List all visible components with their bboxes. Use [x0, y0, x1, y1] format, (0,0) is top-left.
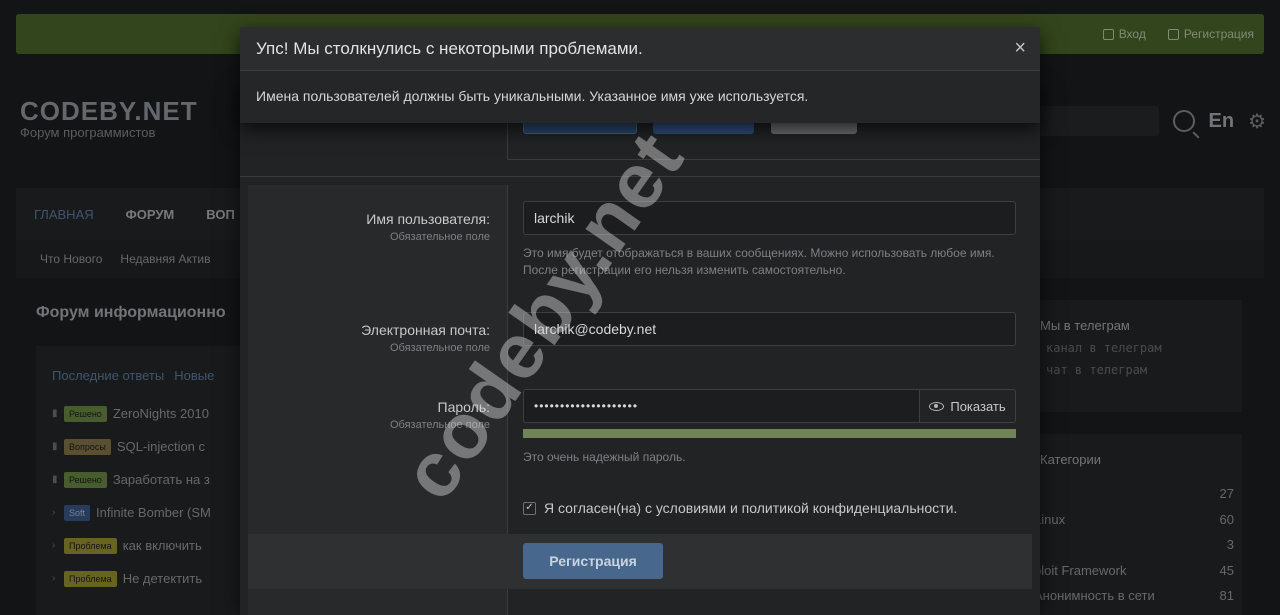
close-icon[interactable]: × — [1014, 38, 1026, 58]
email-required-hint: Обязательное поле — [389, 342, 490, 354]
error-dialog: Упс! Мы столкнулись с некоторыми проблем… — [240, 27, 1040, 123]
password-strength-text: Это очень надежный пароль. — [523, 450, 686, 464]
error-title: Упс! Мы столкнулись с некоторыми проблем… — [256, 38, 643, 58]
eye-icon — [929, 401, 945, 411]
username-label: Имя пользователя: — [366, 211, 490, 227]
error-message: Имена пользователей должны быть уникальн… — [256, 88, 809, 104]
show-password-button[interactable]: Показать — [919, 389, 1016, 423]
username-description: Это имя будет отображаться в ваших сообщ… — [523, 246, 995, 277]
password-input[interactable]: •••••••••••••••••••• — [523, 389, 920, 423]
terms-agreement[interactable]: ✓ Я согласен(на) с условиями и политикой… — [523, 500, 957, 516]
password-required-hint: Обязательное поле — [389, 419, 490, 431]
register-button[interactable]: Регистрация — [523, 543, 663, 579]
email-label: Электронная почта: — [361, 322, 490, 338]
terms-label: Я согласен(на) с условиями и политикой к… — [544, 500, 958, 516]
username-required-hint: Обязательное поле — [389, 231, 490, 243]
error-dialog-header: Упс! Мы столкнулись с некоторыми проблем… — [240, 27, 1040, 71]
show-password-label: Показать — [950, 398, 1006, 414]
password-strength-fill — [523, 429, 1016, 438]
form-footer: Регистрация — [248, 534, 1032, 589]
username-input[interactable]: larchik — [523, 201, 1016, 235]
divider — [240, 176, 1040, 177]
password-strength-meter — [523, 429, 1016, 438]
password-label: Пароль: — [437, 399, 490, 415]
registration-modal: Имя пользователя: Обязательное поле larc… — [240, 90, 1040, 615]
terms-checkbox[interactable]: ✓ — [523, 501, 536, 515]
email-input[interactable]: larchik@codeby.net — [523, 312, 1016, 346]
